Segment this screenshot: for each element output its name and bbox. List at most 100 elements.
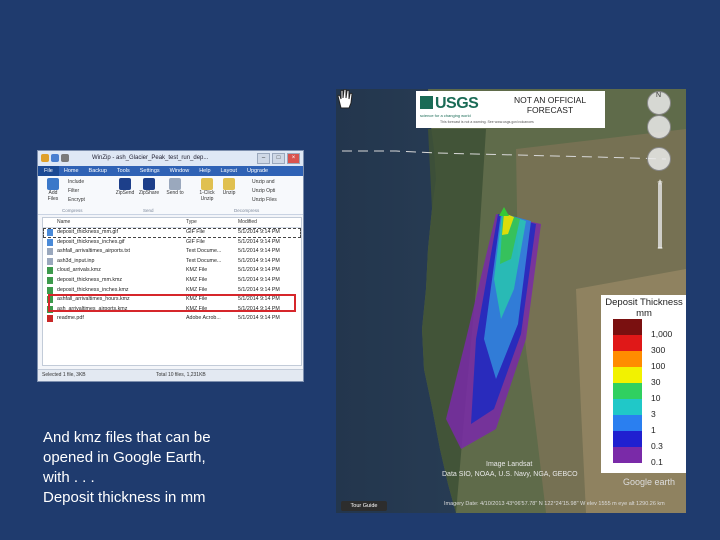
file-icon	[47, 257, 53, 265]
file-icon	[47, 315, 53, 323]
ribbon: Add Files Include Filter Encrypt ZipSend…	[38, 176, 303, 215]
close-button[interactable]: ×	[287, 153, 300, 164]
file-name: ashfall_arrivaltimes_airports.txt	[57, 248, 131, 255]
legend-label: 100	[651, 361, 666, 371]
group-send-label: Send	[143, 208, 154, 213]
legend-swatch	[613, 415, 642, 431]
folder-icon[interactable]	[41, 154, 49, 162]
legend-label: 0.3	[651, 441, 663, 451]
hand-cursor-icon	[337, 89, 353, 109]
zipsend-button[interactable]: ZipSend	[114, 178, 136, 196]
winzip-window: WinZip - ash_Glacier_Peak_test_run_dep..…	[37, 150, 304, 382]
caption-line: Deposit thickness in mm	[43, 489, 206, 506]
tilt-joystick-icon[interactable]	[647, 115, 671, 139]
tab-help[interactable]: Help	[194, 166, 215, 176]
imagery-attribution: Image Landsat	[486, 461, 533, 468]
column-type[interactable]: Type	[186, 218, 197, 227]
save-icon[interactable]	[51, 154, 59, 162]
zipshare-button[interactable]: ZipShare	[138, 178, 160, 196]
look-joystick[interactable]: N	[647, 91, 671, 115]
data-attribution: Data SIO, NOAA, U.S. Navy, NGA, GEBCO	[442, 471, 578, 478]
file-row[interactable]: readme.pdf Adobe Acrob... 5/1/2014 9:14 PM	[43, 314, 301, 324]
file-icon	[47, 229, 53, 236]
tab-settings[interactable]: Settings	[135, 166, 165, 176]
usgs-wave-icon	[420, 96, 433, 109]
file-modified: 5/1/2014 9:14 PM	[238, 229, 280, 235]
file-type: KMZ File	[186, 276, 208, 283]
file-modified: 5/1/2014 9:14 PM	[238, 248, 280, 255]
file-modified: 5/1/2014 9:14 PM	[238, 267, 280, 274]
file-type: GIF File	[186, 229, 205, 235]
file-name: deposit_thickness_mm.kmz	[57, 276, 123, 283]
file-name: deposit_thickness_mm.gif	[57, 229, 118, 235]
move-joystick-icon[interactable]	[647, 147, 671, 171]
file-type: Adobe Acrob...	[186, 315, 221, 322]
encrypt-button[interactable]: Encrypt	[68, 197, 85, 203]
unzip-and-button[interactable]: Unzip and	[252, 179, 275, 185]
winzip-titlebar: WinZip - ash_Glacier_Peak_test_run_dep..…	[38, 151, 303, 166]
tab-home[interactable]: Home	[59, 166, 84, 176]
legend-swatch	[613, 351, 642, 367]
send-to-button[interactable]: Send to	[166, 178, 184, 196]
zipsend-icon	[119, 178, 131, 190]
legend-swatch	[613, 319, 642, 335]
include-button[interactable]: Include	[68, 179, 84, 185]
legend-label: 1	[651, 425, 656, 435]
file-type: Text Docume...	[186, 257, 222, 264]
status-bar: Selected 1 file, 3KB Total 10 files, 1,2…	[38, 369, 303, 381]
file-modified: 5/1/2014 9:14 PM	[238, 257, 280, 264]
file-list-header: Name Type Modified	[43, 218, 301, 228]
add-files-button[interactable]: Add Files	[44, 178, 62, 202]
tour-guide-button[interactable]: Tour Guide	[341, 501, 387, 511]
file-row[interactable]: ash3d_input.inp Text Docume... 5/1/2014 9:…	[43, 257, 301, 267]
ribbon-tabs: File Home Backup Tools Settings Window H…	[38, 166, 303, 176]
file-icon	[47, 267, 53, 275]
filter-button[interactable]: Filter	[68, 188, 79, 194]
legend: Deposit Thickness mm 1,000 300 100 30 10 3 1 0.…	[601, 295, 686, 473]
tab-file[interactable]: File	[38, 166, 59, 176]
file-name: deposit_thickness_inches.gif	[57, 238, 125, 245]
file-icon	[47, 286, 53, 294]
file-name: readme.pdf	[57, 315, 84, 322]
file-row[interactable]: cloud_arrivals.kmz KMZ File 5/1/2014 9:14 …	[43, 266, 301, 276]
usgs-tagline: science for a changing world	[420, 113, 471, 118]
zoom-slider[interactable]	[658, 183, 662, 248]
usgs-overlay: USGS science for a changing world This f…	[416, 91, 605, 128]
column-modified[interactable]: Modified	[238, 218, 257, 227]
undo-icon[interactable]	[61, 154, 69, 162]
slide-caption: And kmz files that can be opened in Goog…	[43, 428, 303, 508]
unzip-button[interactable]: Unzip	[220, 178, 238, 196]
file-icon	[47, 248, 53, 256]
one-click-unzip-button[interactable]: 1-Click Unzip	[196, 178, 218, 202]
file-row[interactable]: ashfall_arrivaltimes_airports.txt Text Do…	[43, 247, 301, 257]
quick-access-toolbar[interactable]	[41, 154, 69, 162]
tab-tools[interactable]: Tools	[112, 166, 135, 176]
status-selected: Selected 1 file, 3KB	[42, 372, 86, 378]
file-name: ash3d_input.inp	[57, 257, 95, 264]
minimize-button[interactable]: –	[257, 153, 270, 164]
legend-label: 1,000	[651, 329, 673, 339]
file-type: KMZ File	[186, 267, 208, 274]
tab-backup[interactable]: Backup	[84, 166, 112, 176]
usgs-logo: USGS	[435, 95, 479, 112]
north-icon: N	[656, 92, 662, 99]
file-icon	[47, 238, 53, 246]
zoom-out-button[interactable]: −	[655, 243, 665, 253]
file-modified: 5/1/2014 9:14 PM	[238, 276, 280, 283]
legend-swatch	[613, 447, 642, 463]
file-row[interactable]: deposit_thickness_inches.gif GIF File 5/1/…	[43, 238, 301, 248]
legend-label: 10	[651, 393, 661, 403]
file-row[interactable]: deposit_thickness_mm.gif GIF File 5/1/2014…	[43, 228, 301, 238]
maximize-button[interactable]: □	[272, 153, 285, 164]
file-row[interactable]: deposit_thickness_mm.kmz KMZ File 5/1/2014…	[43, 276, 301, 286]
unzip-files-button[interactable]: Unzip Files	[252, 197, 277, 203]
tab-window[interactable]: Window	[165, 166, 195, 176]
unzip-options-button[interactable]: Unzip Opti	[252, 188, 275, 194]
zipshare-icon	[143, 178, 155, 190]
tab-layout[interactable]: Layout	[216, 166, 243, 176]
forecast-disclaimer: NOT AN OFFICIAL FORECAST	[513, 95, 587, 115]
google-earth-map[interactable]: USGS science for a changing world This f…	[336, 89, 686, 513]
tab-upgrade[interactable]: Upgrade	[242, 166, 273, 176]
column-name[interactable]: Name	[57, 218, 70, 227]
file-list: Name Type Modified deposit_thickness_mm.…	[42, 217, 302, 366]
